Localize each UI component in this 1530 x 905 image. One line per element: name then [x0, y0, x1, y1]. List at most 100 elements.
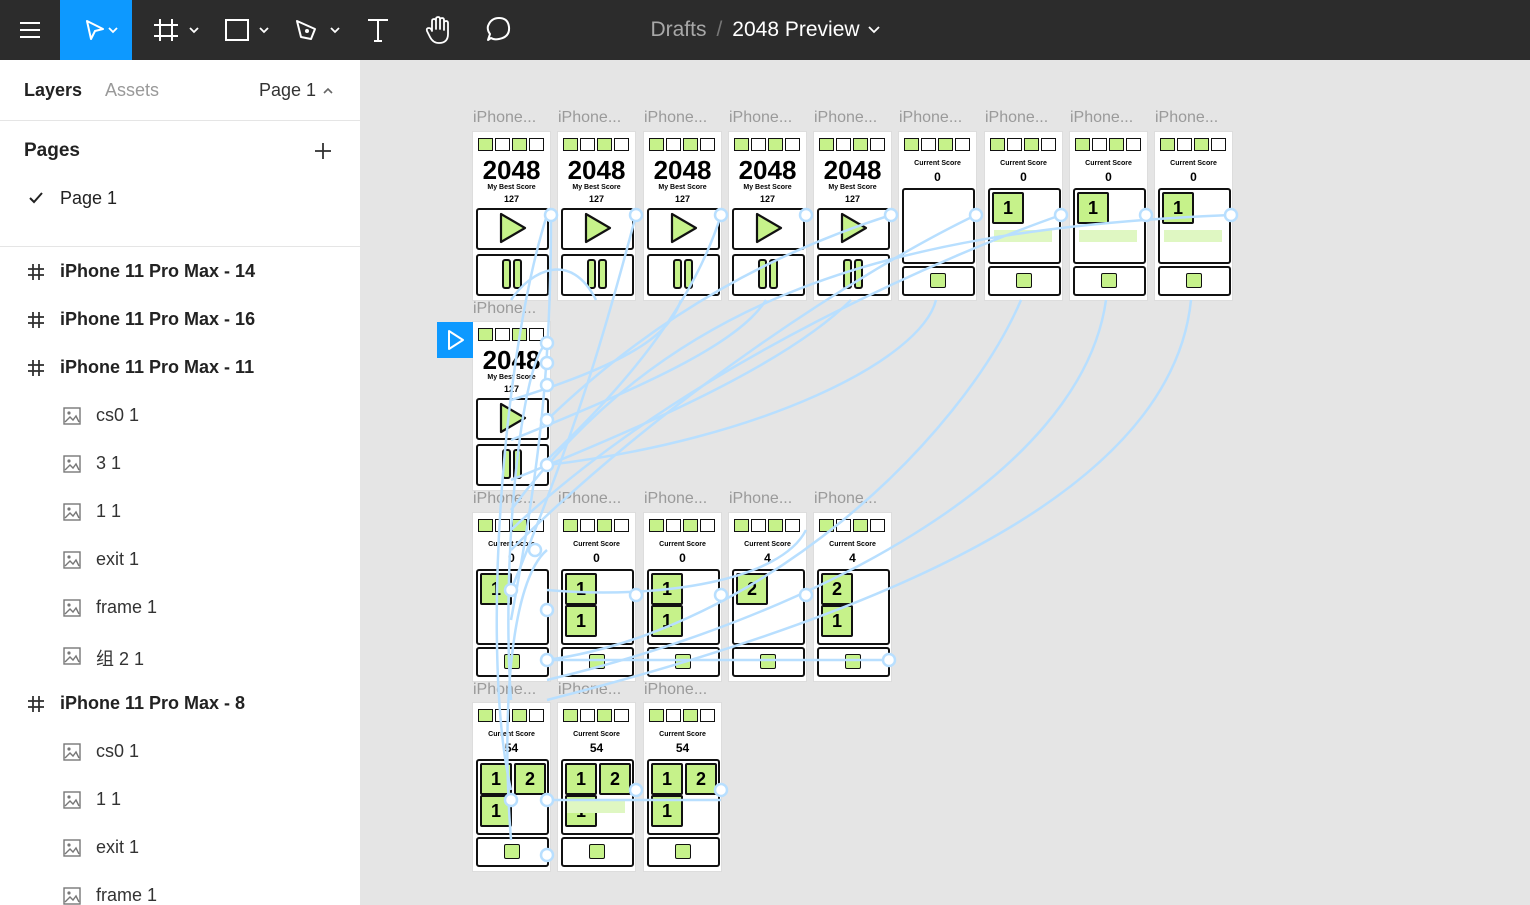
page-selector[interactable]: Page 1	[259, 80, 334, 101]
prototype-connection[interactable]	[509, 268, 598, 301]
connection-node[interactable]	[503, 582, 519, 598]
connection-node[interactable]	[527, 542, 543, 558]
layer-name: 3 1	[96, 453, 122, 473]
connection-node[interactable]	[539, 457, 555, 473]
layer-image[interactable]: frame 1	[0, 872, 360, 905]
connection-node[interactable]	[539, 847, 555, 863]
connection-node[interactable]	[628, 782, 644, 798]
image-icon	[62, 790, 82, 815]
layer-name: 组 2 1	[96, 649, 145, 669]
current-page-label: Page 1	[258, 80, 316, 100]
layer-image[interactable]: 1 1	[0, 488, 360, 536]
prototype-connection[interactable]	[546, 299, 1108, 682]
layer-name: iPhone 11 Pro Max - 8	[60, 693, 246, 713]
layer-name: 1 1	[96, 789, 122, 809]
image-icon	[62, 550, 82, 575]
design-canvas[interactable]: iPhone... 2048 My Best Score 127 iPhone... 20…	[361, 60, 1530, 905]
layer-frame[interactable]: iPhone 11 Pro Max - 11	[0, 344, 360, 392]
connection-node[interactable]	[503, 792, 519, 808]
connection-node[interactable]	[539, 335, 555, 351]
page-item[interactable]: Page 1	[0, 184, 360, 218]
connection-node[interactable]	[713, 207, 729, 223]
layer-frame[interactable]: iPhone 11 Pro Max - 14	[0, 248, 360, 296]
tab-layers[interactable]: Layers	[24, 80, 82, 101]
prototype-connection[interactable]	[546, 213, 892, 421]
layer-name: iPhone 11 Pro Max - 14	[60, 261, 256, 281]
connection-node[interactable]	[539, 602, 555, 618]
prototype-connection[interactable]	[495, 214, 549, 791]
connection-node[interactable]	[539, 355, 555, 371]
prototype-connection[interactable]	[546, 529, 808, 594]
layer-frame[interactable]: iPhone 11 Pro Max - 8	[0, 680, 360, 728]
layer-frame[interactable]: iPhone 11 Pro Max - 16	[0, 296, 360, 344]
layer-image[interactable]: exit 1	[0, 824, 360, 872]
connection-node[interactable]	[798, 207, 814, 223]
connection-node[interactable]	[539, 792, 555, 808]
image-icon	[62, 646, 82, 671]
play-icon	[448, 330, 464, 350]
connection-node[interactable]	[628, 207, 644, 223]
prototype-connection[interactable]	[510, 213, 1062, 531]
prototype-connection[interactable]	[546, 299, 1023, 662]
image-icon	[62, 598, 82, 623]
connection-node[interactable]	[628, 587, 644, 603]
connection-node[interactable]	[881, 652, 897, 668]
connection-node[interactable]	[1223, 207, 1239, 223]
connection-node[interactable]	[713, 782, 729, 798]
connection-node[interactable]	[798, 587, 814, 603]
image-icon	[62, 838, 82, 863]
breadcrumb: Drafts / 2048 Preview	[0, 0, 1530, 60]
frame-icon	[26, 358, 46, 383]
layer-image[interactable]: 3 1	[0, 440, 360, 488]
flow-starting-point[interactable]	[437, 322, 473, 358]
layers-panel: Layers Assets Page 1 Pages Page 1 iPhone…	[0, 60, 361, 905]
layer-name: frame 1	[96, 597, 158, 617]
image-icon	[62, 454, 82, 479]
frame-icon	[26, 310, 46, 335]
layer-name: exit 1	[96, 837, 140, 857]
image-icon	[62, 886, 82, 905]
connection-node[interactable]	[1138, 207, 1154, 223]
connection-node[interactable]	[539, 377, 555, 393]
connection-node[interactable]	[883, 207, 899, 223]
layer-image[interactable]: exit 1	[0, 536, 360, 584]
prototype-connection[interactable]	[510, 213, 1232, 511]
layer-image[interactable]: 组 2 1	[0, 632, 360, 680]
image-icon	[62, 406, 82, 431]
image-icon	[62, 742, 82, 767]
prototype-connection[interactable]	[546, 299, 1193, 702]
file-name[interactable]: 2048 Preview	[732, 18, 859, 42]
connection-node[interactable]	[543, 207, 559, 223]
frame-icon	[26, 694, 46, 719]
prototype-connection[interactable]	[510, 299, 852, 482]
pages-heading: Pages	[24, 140, 80, 161]
prototype-connection[interactable]	[510, 299, 683, 402]
layer-name: frame 1	[96, 885, 158, 905]
connection-node[interactable]	[539, 412, 555, 428]
layer-image[interactable]: cs0 1	[0, 392, 360, 440]
frame-icon	[26, 262, 46, 287]
chevron-up-icon	[323, 87, 333, 94]
layer-name: exit 1	[96, 549, 140, 569]
breadcrumb-drafts[interactable]: Drafts	[650, 18, 706, 42]
add-page-icon[interactable]	[312, 140, 334, 162]
connection-node[interactable]	[1053, 207, 1069, 223]
chevron-down-icon[interactable]	[867, 26, 880, 34]
top-toolbar: Drafts / 2048 Preview	[0, 0, 1530, 60]
breadcrumb-separator: /	[716, 18, 723, 41]
layer-image[interactable]: frame 1	[0, 584, 360, 632]
panel-divider	[0, 246, 360, 247]
prototype-connection[interactable]	[510, 213, 977, 551]
layer-image[interactable]: cs0 1	[0, 728, 360, 776]
prototype-connections	[495, 207, 1239, 863]
layer-name: 1 1	[96, 501, 122, 521]
layer-name: iPhone 11 Pro Max - 11	[60, 357, 255, 377]
layer-name: cs0 1	[96, 405, 140, 425]
layer-image[interactable]: 1 1	[0, 776, 360, 824]
layer-name: iPhone 11 Pro Max - 16	[60, 309, 256, 329]
prototype-connection[interactable]	[509, 214, 638, 591]
connection-node[interactable]	[968, 207, 984, 223]
connection-node[interactable]	[539, 652, 555, 668]
tab-assets[interactable]: Assets	[105, 80, 159, 101]
connection-node[interactable]	[713, 587, 729, 603]
